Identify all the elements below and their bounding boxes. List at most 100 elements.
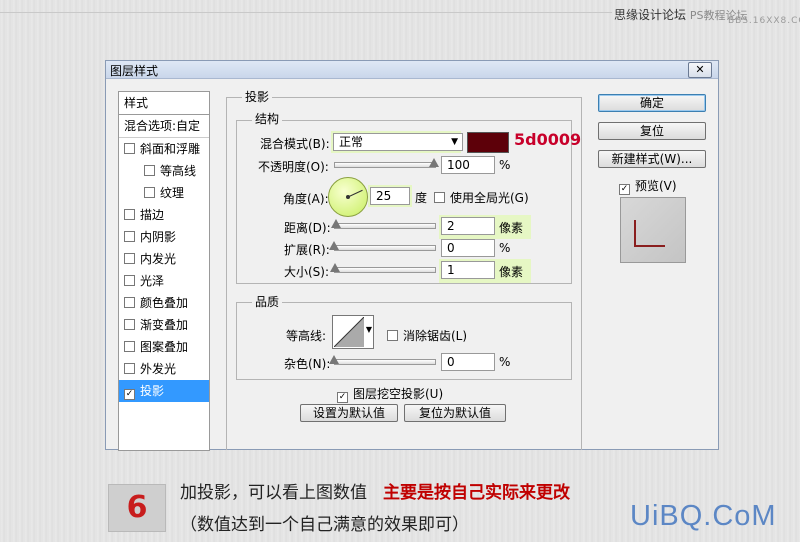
size-unit: 像素 (499, 265, 524, 279)
chevron-down-icon: ▼ (451, 137, 458, 147)
blend-options-item[interactable]: 混合选项:自定 (119, 115, 209, 138)
global-light-label: 使用全局光(G) (450, 191, 529, 205)
spread-slider[interactable] (334, 245, 436, 251)
style-list-item[interactable]: 内发光 (119, 248, 209, 270)
anti-alias-check (387, 330, 398, 341)
preview-shape-icon (634, 220, 665, 247)
structure-title: 结构 (252, 110, 283, 127)
size-label: 大小(S): (284, 265, 330, 279)
top-divider (0, 12, 612, 13)
style-item-label: 内发光 (140, 252, 177, 266)
blend-mode-value: 正常 (339, 135, 364, 149)
distance-slider-thumb[interactable] (331, 219, 341, 228)
distance-slider[interactable] (334, 223, 436, 229)
layer-style-dialog: 图层样式 ✕ 样式 混合选项:自定 斜面和浮雕等高线纹理描边 内阴影内发光光泽 颜色… (105, 60, 719, 451)
style-list-item[interactable]: 斜面和浮雕 (119, 138, 209, 160)
reset-button[interactable]: 复位 (598, 122, 706, 140)
anti-alias-checkbox[interactable]: 消除锯齿(L) (387, 327, 467, 344)
size-slider-thumb[interactable] (330, 263, 340, 272)
angle-needle-icon (346, 189, 363, 199)
style-item-label: 图案叠加 (140, 340, 189, 354)
style-checkbox[interactable] (124, 253, 135, 264)
size-slider[interactable] (334, 267, 436, 273)
style-checkbox[interactable] (124, 297, 135, 308)
dialog-title: 图层样式 (110, 64, 159, 78)
style-list-item[interactable]: 颜色叠加 (119, 292, 209, 314)
noise-slider[interactable] (334, 359, 436, 365)
noise-slider-thumb[interactable] (329, 355, 339, 364)
knockout-checkbox[interactable]: ✓ 图层挖空投影(U) (337, 385, 443, 403)
knockout-check: ✓ (337, 392, 348, 403)
style-item-label: 投影 (140, 384, 165, 398)
style-checkbox[interactable]: ✓ (124, 389, 135, 400)
style-list-item[interactable]: ✓ 投影 (119, 380, 209, 402)
dialog-titlebar: 图层样式 ✕ (106, 61, 718, 79)
style-checkbox[interactable] (144, 165, 155, 176)
caption-text: 加投影，可以看上图数值 (180, 483, 367, 503)
preview-check: ✓ (619, 184, 630, 195)
style-list-item[interactable]: 纹理 (119, 182, 209, 204)
step-badge: 6 (108, 484, 166, 532)
opacity-slider-thumb[interactable] (429, 158, 439, 167)
style-checkbox[interactable] (124, 319, 135, 330)
opacity-slider[interactable] (334, 162, 436, 168)
noise-input[interactable]: 0 (441, 353, 495, 371)
color-annotation: 5d0009 (514, 130, 582, 149)
contour-picker[interactable]: ▼ (332, 315, 374, 349)
style-checkbox[interactable] (144, 187, 155, 198)
style-list-item[interactable]: 描边 (119, 204, 209, 226)
anti-alias-label: 消除锯齿(L) (403, 329, 468, 343)
style-items: 斜面和浮雕等高线纹理描边 内阴影内发光光泽 颜色叠加渐变叠加图案叠加外发光 ✓ 投影 (119, 138, 209, 402)
style-list: 样式 混合选项:自定 斜面和浮雕等高线纹理描边 内阴影内发光光泽 颜色叠加渐变叠加图… (118, 91, 210, 451)
style-list-item[interactable]: 图案叠加 (119, 336, 209, 358)
caption-line-2: （数值达到一个自己满意的效果即可） (180, 515, 469, 535)
angle-dial[interactable] (328, 177, 368, 217)
style-checkbox[interactable] (124, 275, 135, 286)
preview-checkbox[interactable]: ✓ 预览(V) (619, 177, 677, 195)
style-list-item[interactable]: 外发光 (119, 358, 209, 380)
style-list-item[interactable]: 渐变叠加 (119, 314, 209, 336)
watermark-url: BBS.16XX8.COM (728, 16, 800, 26)
style-checkbox[interactable] (124, 231, 135, 242)
close-button[interactable]: ✕ (688, 62, 712, 78)
style-list-item[interactable]: 内阴影 (119, 226, 209, 248)
watermark-text: 思缘设计论坛 (614, 8, 687, 22)
style-list-item[interactable]: 等高线 (119, 160, 209, 182)
style-checkbox[interactable] (124, 209, 135, 220)
opacity-input[interactable]: 100 (441, 156, 495, 174)
blend-mode-label: 混合模式(B): (260, 137, 330, 151)
global-light-check (434, 192, 445, 203)
spread-slider-thumb[interactable] (329, 241, 339, 250)
style-item-label: 渐变叠加 (140, 318, 189, 332)
contour-label: 等高线: (286, 329, 327, 343)
blend-mode-select[interactable]: 正常 ▼ (333, 133, 463, 151)
new-style-button[interactable]: 新建样式(W)... (598, 150, 706, 168)
angle-unit: 度 (415, 191, 428, 205)
shadow-color-swatch[interactable] (467, 132, 509, 153)
style-checkbox[interactable] (124, 341, 135, 352)
make-default-button[interactable]: 设置为默认值 (300, 404, 398, 422)
style-item-label: 外发光 (140, 362, 177, 376)
angle-label: 角度(A): (283, 192, 329, 206)
style-checkbox[interactable] (124, 363, 135, 374)
distance-input[interactable]: 2 (441, 217, 495, 235)
preview-thumbnail (620, 197, 686, 263)
caption-line-1: 加投影，可以看上图数值 主要是按自己实际来更改 (180, 478, 570, 503)
style-item-label: 纹理 (160, 186, 185, 200)
close-icon: ✕ (695, 63, 705, 76)
quality-title: 品质 (252, 293, 283, 310)
reset-default-button[interactable]: 复位为默认值 (404, 404, 506, 422)
size-input[interactable]: 1 (441, 261, 495, 279)
site-logo: UiBQ.CoM (630, 500, 777, 532)
angle-input[interactable]: 25 (370, 187, 410, 205)
global-light-checkbox[interactable]: 使用全局光(G) (434, 189, 529, 206)
style-item-label: 等高线 (160, 164, 197, 178)
spread-percent: % (499, 241, 511, 255)
ok-button[interactable]: 确定 (598, 94, 706, 112)
style-item-label: 斜面和浮雕 (140, 142, 201, 156)
caption-emphasis: 主要是按自己实际来更改 (383, 483, 570, 503)
spread-input[interactable]: 0 (441, 239, 495, 257)
style-list-header[interactable]: 样式 (119, 92, 209, 115)
style-checkbox[interactable] (124, 143, 135, 154)
style-list-item[interactable]: 光泽 (119, 270, 209, 292)
